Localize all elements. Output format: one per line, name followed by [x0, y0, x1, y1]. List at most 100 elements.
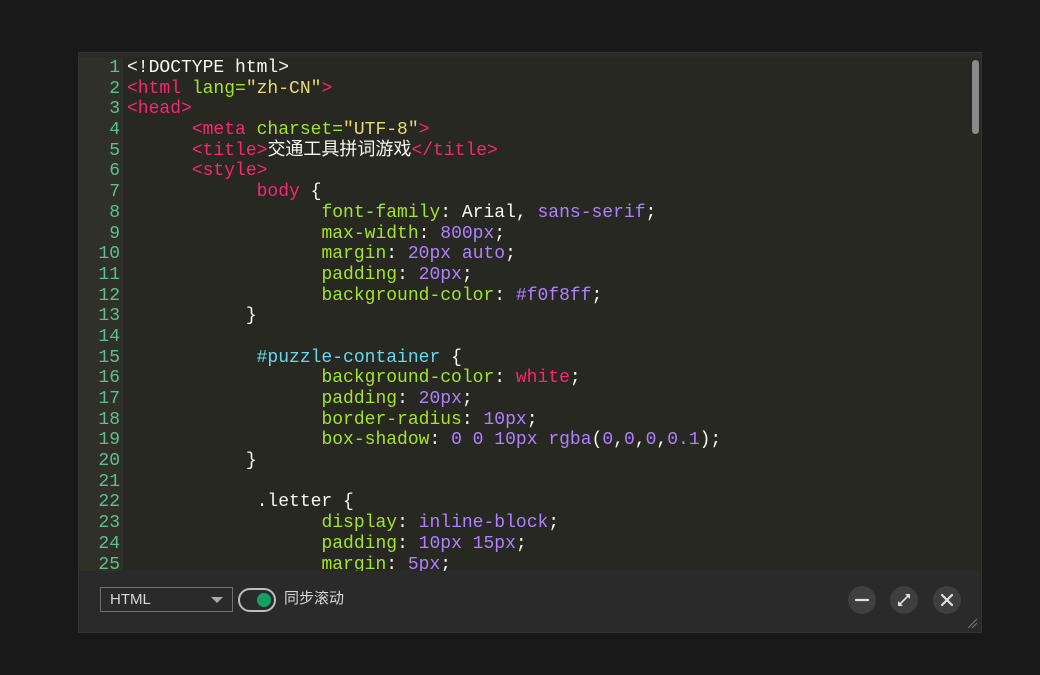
line-code: box-shadow: 0 0 10px rgba(0,0,0,0.1);: [127, 430, 721, 451]
code-token: 0: [623, 430, 635, 451]
code-token: :: [386, 554, 408, 572]
code-token: >: [321, 78, 333, 99]
code-line: 10 margin: 20px auto;: [79, 244, 969, 265]
line-code: max-width: 800px;: [127, 224, 505, 245]
code-line: 5 <title>交通工具拼词游戏</title>: [79, 141, 969, 162]
code-token: sans-serif: [537, 202, 646, 223]
language-select[interactable]: HTML: [100, 587, 233, 612]
code-line: 1 <!DOCTYPE html>: [79, 58, 969, 79]
line-number: 1: [109, 58, 120, 78]
line-number: 24: [98, 533, 120, 554]
minimize-button[interactable]: [848, 586, 876, 614]
code-token: ;: [505, 244, 516, 265]
line-number: 9: [109, 223, 120, 244]
code-token: margin: [321, 244, 387, 265]
code-editor[interactable]: 1 <!DOCTYPE html> 2 <html lang="zh-CN"> 3 <he…: [79, 58, 981, 571]
code-token: .letter {: [127, 492, 354, 513]
scrollbar-thumb[interactable]: [972, 60, 979, 134]
code-token: 0 0 10px: [451, 430, 538, 451]
code-token: 20px: [418, 264, 462, 285]
expand-icon: [898, 594, 910, 606]
sync-scroll-label: 同步滚动: [284, 590, 345, 607]
close-button[interactable]: [933, 586, 961, 614]
code-line: 4 <meta charset="UTF-8">: [79, 120, 969, 141]
line-number: 16: [98, 368, 120, 389]
line-number: 8: [109, 202, 120, 223]
resize-grip-icon[interactable]: [966, 617, 978, 629]
line-number: 5: [109, 140, 120, 161]
line-number: 7: [109, 182, 120, 203]
code-token: #puzzle-container: [256, 347, 441, 368]
code-token: <meta: [191, 120, 246, 141]
code-token: auto: [461, 244, 506, 265]
code-token: padding: [321, 389, 398, 409]
line-code: <meta charset="UTF-8">: [127, 120, 430, 141]
code-token: :: [397, 389, 419, 409]
code-token: :: [461, 409, 484, 430]
code-token: 交通工具拼词游戏: [267, 140, 412, 161]
code-token: "UTF-8": [343, 120, 419, 141]
code-token: ;: [548, 513, 560, 534]
sync-scroll-toggle[interactable]: [238, 588, 276, 612]
language-select-value: HTML: [110, 591, 151, 608]
code-token: body: [256, 182, 300, 203]
line-number: 2: [109, 78, 120, 99]
code-token: {: [440, 347, 462, 368]
code-token: ;: [461, 389, 473, 409]
code-line: 13 }: [79, 306, 969, 327]
code-line: 20 }: [79, 451, 969, 472]
code-line: 18 border-radius: 10px;: [79, 410, 969, 431]
vertical-scrollbar[interactable]: [969, 58, 981, 571]
expand-button[interactable]: [890, 586, 918, 614]
code-token: 0.1: [667, 430, 700, 451]
code-token: {: [299, 182, 322, 203]
code-token: border-radius: [321, 409, 462, 430]
code-token: ;: [461, 264, 473, 285]
line-code: padding: 20px;: [127, 389, 473, 410]
code-line: 19 box-shadow: 0 0 10px rgba(0,0,0,0.1);: [79, 430, 969, 451]
code-token: :: [386, 244, 408, 265]
code-token: 20px: [407, 244, 452, 265]
line-code: margin: 20px auto;: [127, 244, 516, 265]
code-token: max-width: [321, 223, 419, 244]
line-number: 12: [98, 285, 120, 306]
line-number: 14: [98, 326, 120, 347]
line-number: 21: [98, 471, 120, 492]
code-token: 10px 15px: [418, 533, 516, 554]
code-token: padding: [321, 264, 398, 285]
line-number: 15: [98, 347, 120, 368]
code-viewer-window: 1 <!DOCTYPE html> 2 <html lang="zh-CN"> 3 <he…: [79, 53, 981, 632]
code-token: ;: [591, 285, 603, 306]
code-token: background-color: [321, 285, 495, 306]
line-code: <!DOCTYPE html>: [127, 58, 289, 79]
code-line: 2 <html lang="zh-CN">: [79, 79, 969, 100]
code-line: 8 font-family: Arial, sans-serif;: [79, 203, 969, 224]
code-token: </title>: [411, 140, 498, 161]
code-token: ;: [494, 223, 506, 244]
code-token: :: [397, 513, 419, 534]
line-code: #puzzle-container {: [127, 348, 462, 369]
code-token: <html: [127, 78, 182, 99]
line-code: body {: [127, 182, 322, 203]
code-token: 0: [645, 430, 657, 451]
code-line: 6 <style>: [79, 161, 969, 182]
code-line: 24 padding: 10px 15px;: [79, 534, 969, 555]
line-number: 13: [98, 306, 120, 327]
line-code: padding: 10px 15px;: [127, 533, 526, 555]
code-lines: 1 <!DOCTYPE html> 2 <html lang="zh-CN"> 3 <he…: [79, 58, 969, 571]
code-token: : Arial,: [440, 202, 538, 223]
code-token: (: [591, 430, 603, 451]
code-token: ,: [634, 430, 646, 451]
code-token: <!DOCTYPE html>: [127, 58, 290, 78]
line-code: }: [127, 306, 257, 327]
